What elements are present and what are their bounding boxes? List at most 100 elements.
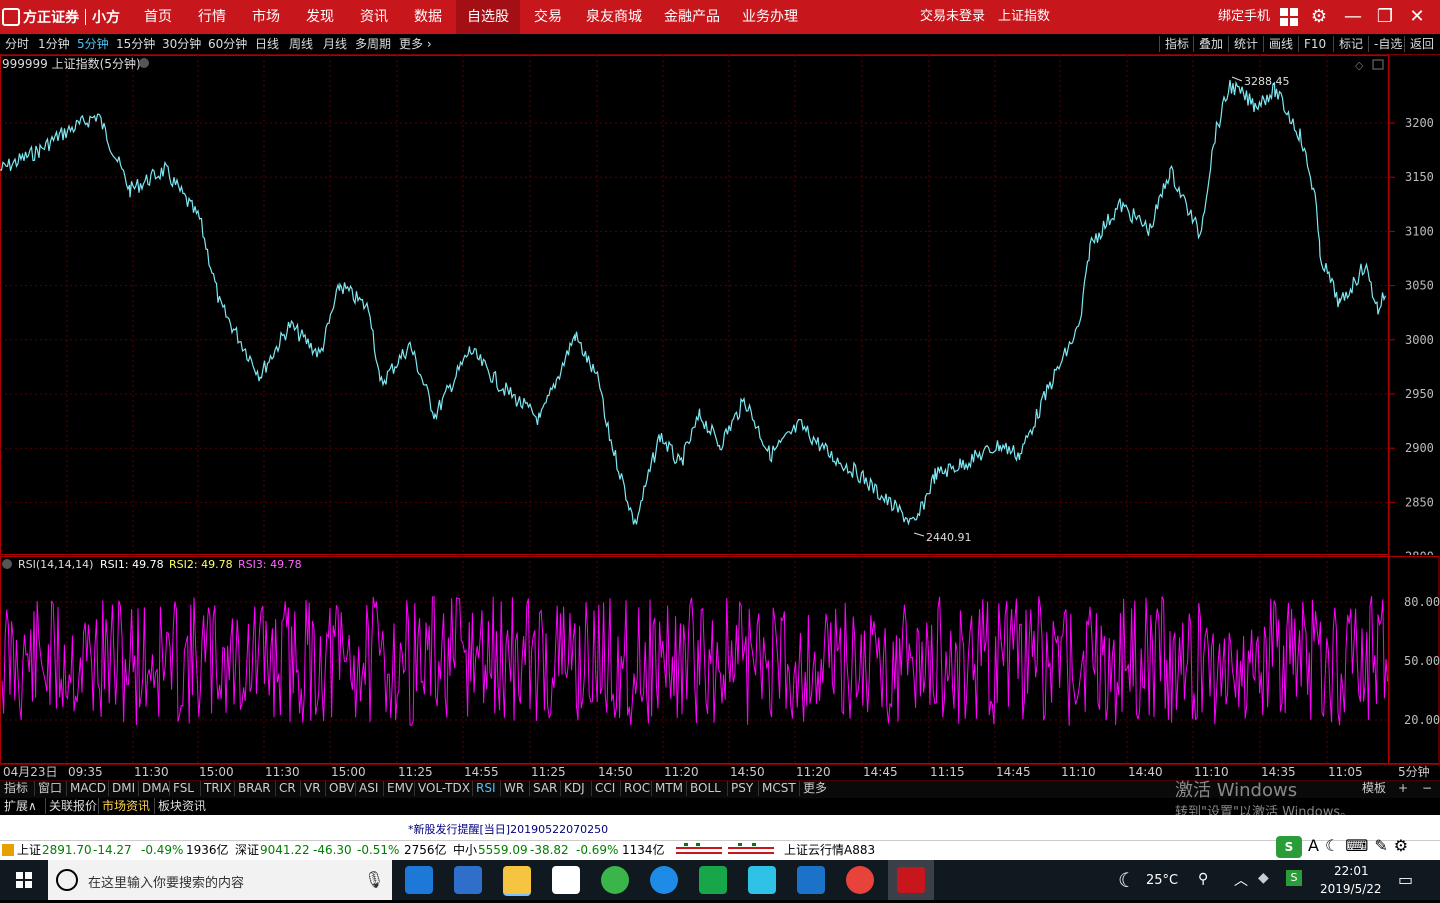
ime-icon[interactable]: S xyxy=(1276,836,1302,858)
windows-start-icon[interactable] xyxy=(0,860,48,900)
settings-gear-icon[interactable]: ⚙ xyxy=(1306,4,1332,30)
indicator-tab--[interactable]: 指标 xyxy=(4,781,28,796)
indicator-tab-dmi[interactable]: DMI xyxy=(108,781,135,796)
kline-chart[interactable]: 3200315031003050300029502900285028002750… xyxy=(0,55,1440,555)
clock-time[interactable]: 22:01 xyxy=(1334,864,1369,878)
period-daily[interactable]: 日线 xyxy=(255,36,279,52)
period-more[interactable]: 更多 › xyxy=(399,36,432,52)
period-timeshare[interactable]: 分时 xyxy=(5,36,29,52)
tool-mark[interactable]: 标记 xyxy=(1333,36,1368,52)
game-icon[interactable] xyxy=(699,866,727,894)
network-icon[interactable]: ◆ xyxy=(1258,870,1269,886)
indicator-tab-mcst[interactable]: MCST xyxy=(758,781,796,796)
template-button[interactable]: 模板 xyxy=(1362,781,1386,796)
ext-market-news[interactable]: 市场资讯 xyxy=(98,798,150,814)
grid-menu-icon[interactable] xyxy=(1276,4,1302,30)
trade-login-status[interactable]: 交易未登录 xyxy=(920,0,985,34)
ext-sector-news[interactable]: 板块资讯 xyxy=(154,798,206,814)
title-dropdown-icon[interactable] xyxy=(139,58,149,68)
clock-date[interactable]: 2019/5/22 xyxy=(1320,882,1382,896)
indicator-tab-sar[interactable]: SAR xyxy=(529,781,557,796)
nav-market[interactable]: 市场 xyxy=(242,0,290,34)
ext-related-quotes[interactable]: 关联报价 xyxy=(45,798,97,814)
weather-moon-icon[interactable]: ☾ xyxy=(1118,868,1136,892)
people-icon[interactable]: ⚲ xyxy=(1198,871,1208,887)
tool-indicator[interactable]: 指标 xyxy=(1159,36,1194,52)
restore-icon[interactable]: ❐ xyxy=(1372,4,1398,30)
indicator-tab-rsi[interactable]: RSI xyxy=(472,781,496,796)
period-60min[interactable]: 60分钟 xyxy=(208,36,247,52)
store-icon[interactable] xyxy=(454,866,482,894)
nav-watchlist[interactable]: 自选股 xyxy=(456,0,520,34)
edge-icon[interactable] xyxy=(405,866,433,894)
news-ticker[interactable]: *新股发行提醒[当日]20190522070250 xyxy=(408,821,608,837)
indicator-tab-roc[interactable]: ROC xyxy=(620,781,650,796)
indicator-tab-cci[interactable]: CCI xyxy=(591,781,615,796)
period-30min[interactable]: 30分钟 xyxy=(162,36,201,52)
diamond-icon[interactable]: ◇ xyxy=(1355,59,1364,72)
indicator-tab--[interactable]: 窗口 xyxy=(34,781,62,796)
period-5min[interactable]: 5分钟 xyxy=(77,36,109,52)
nav-mall[interactable]: 泉友商城 xyxy=(580,0,648,34)
nav-quotes[interactable]: 行情 xyxy=(188,0,236,34)
add-pane-button[interactable]: + xyxy=(1398,781,1408,796)
indicator-tab-boll[interactable]: BOLL xyxy=(686,781,721,796)
explorer-icon[interactable] xyxy=(503,866,531,896)
current-index-link[interactable]: 上证指数 xyxy=(998,0,1050,34)
ext-expand[interactable]: 扩展∧ xyxy=(4,798,37,814)
minimize-icon[interactable]: — xyxy=(1340,4,1366,30)
tool-back[interactable]: 返回 xyxy=(1404,36,1439,52)
ie-icon[interactable] xyxy=(650,866,678,894)
bind-phone-link[interactable]: 绑定手机 xyxy=(1218,0,1270,34)
nav-home[interactable]: 首页 xyxy=(134,0,182,34)
ime-toolbar-icons[interactable]: A☾⌨✎⚙ xyxy=(1308,838,1414,854)
indicator-tab-trix[interactable]: TRIX xyxy=(200,781,231,796)
nav-business[interactable]: 业务办理 xyxy=(736,0,804,34)
period-indicator[interactable]: 5分钟 xyxy=(1398,765,1430,779)
remove-pane-button[interactable]: − xyxy=(1422,781,1432,796)
tool-stats[interactable]: 统计 xyxy=(1228,36,1263,52)
rsi-dropdown-icon[interactable] xyxy=(2,559,12,569)
notification-icon[interactable]: ▭ xyxy=(1398,870,1413,889)
chat-icon[interactable] xyxy=(797,866,825,894)
period-multi[interactable]: 多周期 xyxy=(355,36,391,52)
chrome-icon[interactable] xyxy=(846,866,874,894)
nav-finance-products[interactable]: 金融产品 xyxy=(656,0,728,34)
indicator-tab-obv[interactable]: OBV xyxy=(325,781,355,796)
tray-expand-icon[interactable]: ︿ xyxy=(1234,870,1248,890)
indicator-tab-psy[interactable]: PSY xyxy=(727,781,753,796)
indicator-tab-fsl[interactable]: FSL xyxy=(169,781,194,796)
close-icon[interactable]: ✕ xyxy=(1404,4,1430,30)
nav-discover[interactable]: 发现 xyxy=(296,0,344,34)
browser-icon[interactable] xyxy=(601,866,629,894)
indicator-tab-mtm[interactable]: MTM xyxy=(651,781,683,796)
indicator-tab-dma[interactable]: DMA xyxy=(138,781,170,796)
nav-data[interactable]: 数据 xyxy=(404,0,452,34)
nav-trade[interactable]: 交易 xyxy=(524,0,572,34)
founder-app-taskbar-item[interactable] xyxy=(888,860,934,900)
status-menu-icon[interactable] xyxy=(2,844,14,856)
indicator-tab--[interactable]: 更多 xyxy=(799,781,827,796)
period-monthly[interactable]: 月线 xyxy=(323,36,347,52)
microphone-icon[interactable]: 🎙 xyxy=(364,870,384,889)
tool-overlay[interactable]: 叠加 xyxy=(1193,36,1228,52)
mail-icon[interactable] xyxy=(552,866,580,894)
ime-tray-icon[interactable]: S xyxy=(1286,870,1302,886)
player-icon[interactable] xyxy=(748,866,776,894)
panel-toggle-icon[interactable] xyxy=(1372,59,1384,70)
indicator-tab-macd[interactable]: MACD xyxy=(66,781,106,796)
indicator-tab-emv[interactable]: EMV xyxy=(383,781,413,796)
period-weekly[interactable]: 周线 xyxy=(289,36,313,52)
tool-draw[interactable]: 画线 xyxy=(1263,36,1298,52)
cloud-quote-label[interactable]: 上证云行情A883 xyxy=(784,843,875,857)
tool-f10[interactable]: F10 xyxy=(1298,36,1331,52)
period-15min[interactable]: 15分钟 xyxy=(116,36,155,52)
indicator-tab-cr[interactable]: CR xyxy=(275,781,296,796)
rsi-chart[interactable]: RSI(14,14,14) RSI1: 49.78 RSI2: 49.78 RS… xyxy=(0,556,1440,764)
weather-temp[interactable]: 25°C xyxy=(1146,873,1178,888)
nav-news[interactable]: 资讯 xyxy=(350,0,398,34)
indicator-tab-wr[interactable]: WR xyxy=(500,781,524,796)
indicator-tab-vr[interactable]: VR xyxy=(300,781,321,796)
tool-remove-watch[interactable]: -自选 xyxy=(1368,36,1407,52)
indicator-tab-vol-tdx[interactable]: VOL-TDX xyxy=(414,781,470,796)
